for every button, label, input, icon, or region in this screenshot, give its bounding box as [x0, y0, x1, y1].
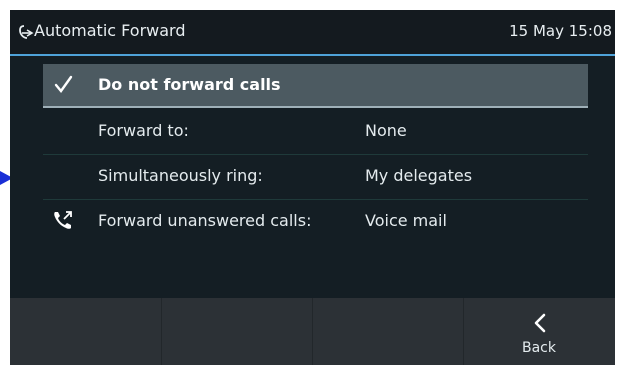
menu-item-label: Forward unanswered calls:	[98, 211, 312, 230]
date-time: 15 May 15:08	[509, 22, 612, 40]
title-bar: Automatic Forward 15 May 15:08	[10, 10, 615, 54]
phone-screen: Automatic Forward 15 May 15:08 Do not fo…	[10, 10, 615, 365]
menu-item-label: Forward to:	[98, 121, 189, 140]
chevron-left-icon	[534, 313, 546, 333]
menu-item-forward-to[interactable]: Forward to: None	[43, 110, 588, 154]
menu-item-label: Simultaneously ring:	[98, 166, 263, 185]
call-forward-icon	[19, 25, 34, 39]
menu-item-value: Voice mail	[365, 211, 447, 230]
menu-item-value: My delegates	[365, 166, 473, 185]
menu-item-do-not-forward[interactable]: Do not forward calls	[43, 64, 588, 108]
menu-item-forward-unanswered[interactable]: Forward unanswered calls: Voice mail	[43, 200, 588, 244]
checkmark-icon	[54, 75, 73, 93]
softkey-1[interactable]	[10, 298, 161, 365]
menu-item-value: None	[365, 121, 407, 140]
softkey-2[interactable]	[161, 298, 313, 365]
forwarded-call-icon	[54, 211, 72, 229]
softkey-bar: Back	[10, 298, 615, 365]
back-button-label: Back	[522, 340, 556, 356]
header-divider	[10, 54, 615, 56]
back-button[interactable]: Back	[463, 298, 615, 365]
menu-item-simultaneously-ring[interactable]: Simultaneously ring: My delegates	[43, 155, 588, 199]
menu-item-label: Do not forward calls	[98, 75, 281, 94]
page-title: Automatic Forward	[34, 21, 186, 40]
softkey-3[interactable]	[312, 298, 464, 365]
